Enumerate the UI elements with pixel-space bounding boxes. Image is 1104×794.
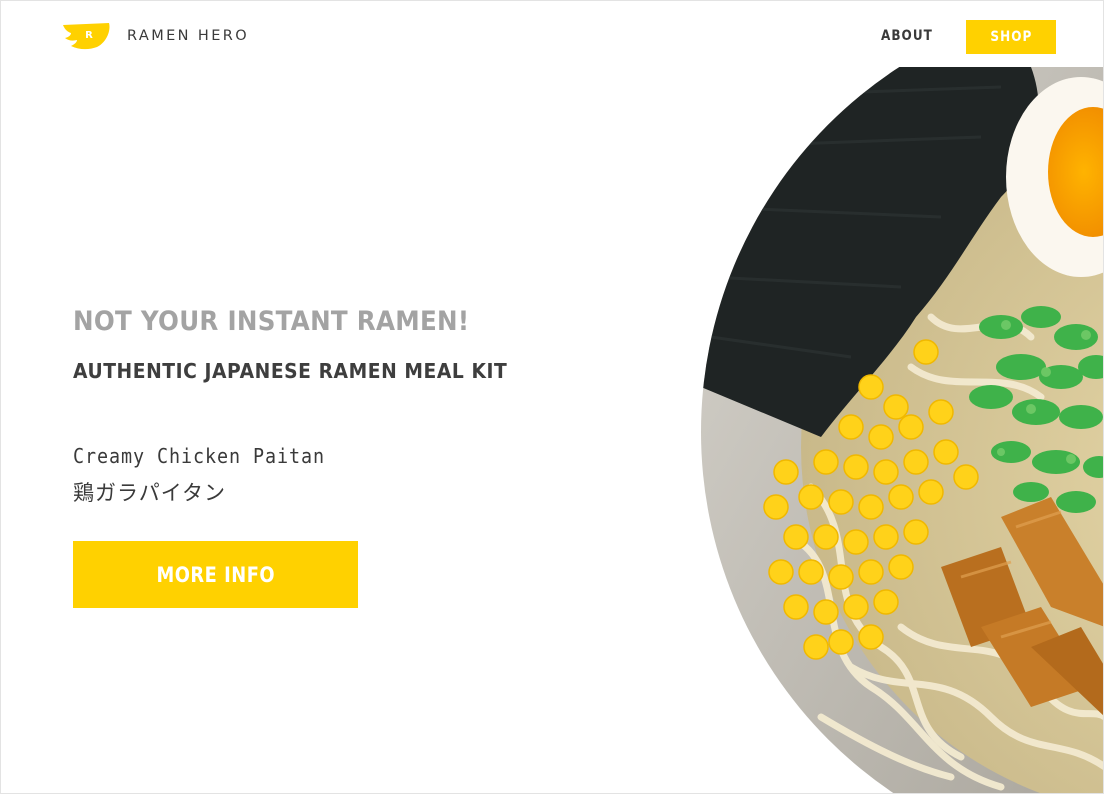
page: R RAMEN HERO ABOUT SHOP NOT YOUR INSTANT…	[0, 0, 1104, 794]
shop-button[interactable]: SHOP	[966, 20, 1056, 54]
logo-icon: R	[63, 23, 110, 50]
hero-subtitle: AUTHENTIC JAPANESE RAMEN MEAL KIT	[73, 359, 508, 383]
logo-letter: R	[85, 30, 93, 41]
nav-about-link[interactable]: ABOUT	[881, 28, 933, 44]
hero-tagline: NOT YOUR INSTANT RAMEN!	[73, 306, 470, 337]
logo-link[interactable]: R RAMEN HERO	[61, 21, 249, 51]
product-name-japanese: 鶏ガラパイタン	[73, 481, 226, 505]
brand-name: RAMEN HERO	[127, 28, 250, 44]
shop-button-label: SHOP	[990, 29, 1032, 45]
more-info-button[interactable]: MORE INFO	[73, 541, 358, 608]
more-info-label: MORE INFO	[156, 562, 275, 587]
ramen-bowl-image	[701, 67, 1103, 793]
product-name: Creamy Chicken Paitan	[73, 444, 325, 468]
